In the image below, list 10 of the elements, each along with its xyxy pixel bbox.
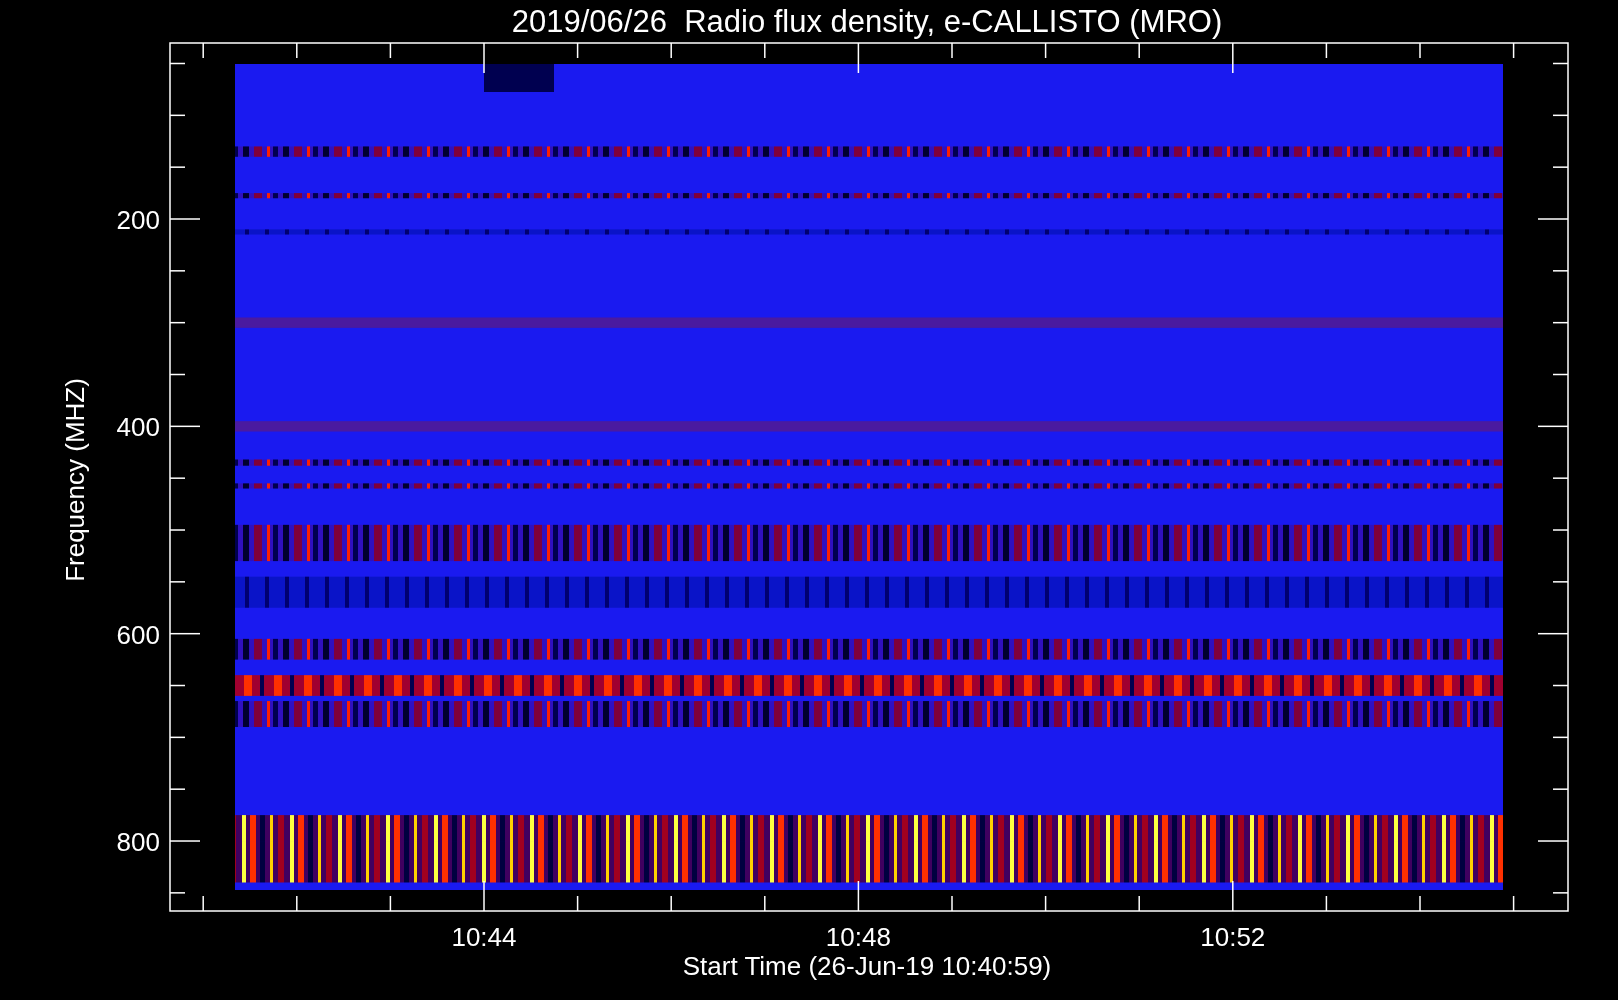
x-axis-label: Start Time (26-Jun-19 10:40:59) (682, 951, 1052, 981)
x-tick-label: 10:44 (451, 922, 517, 952)
y-axis-label: Frequency (MHZ) (60, 378, 90, 582)
y-tick-label: 400 (116, 412, 160, 443)
y-tick-label: 600 (116, 619, 160, 650)
x-tick-label: 10:48 (825, 922, 891, 952)
x-tick-label: 10:52 (1200, 922, 1266, 952)
y-tick-label: 200 (116, 205, 160, 235)
chart-title: 2019/06/26 Radio flux density, e-CALLISTO (MRO) (511, 4, 1223, 39)
y-tick-label: 800 (116, 827, 160, 857)
